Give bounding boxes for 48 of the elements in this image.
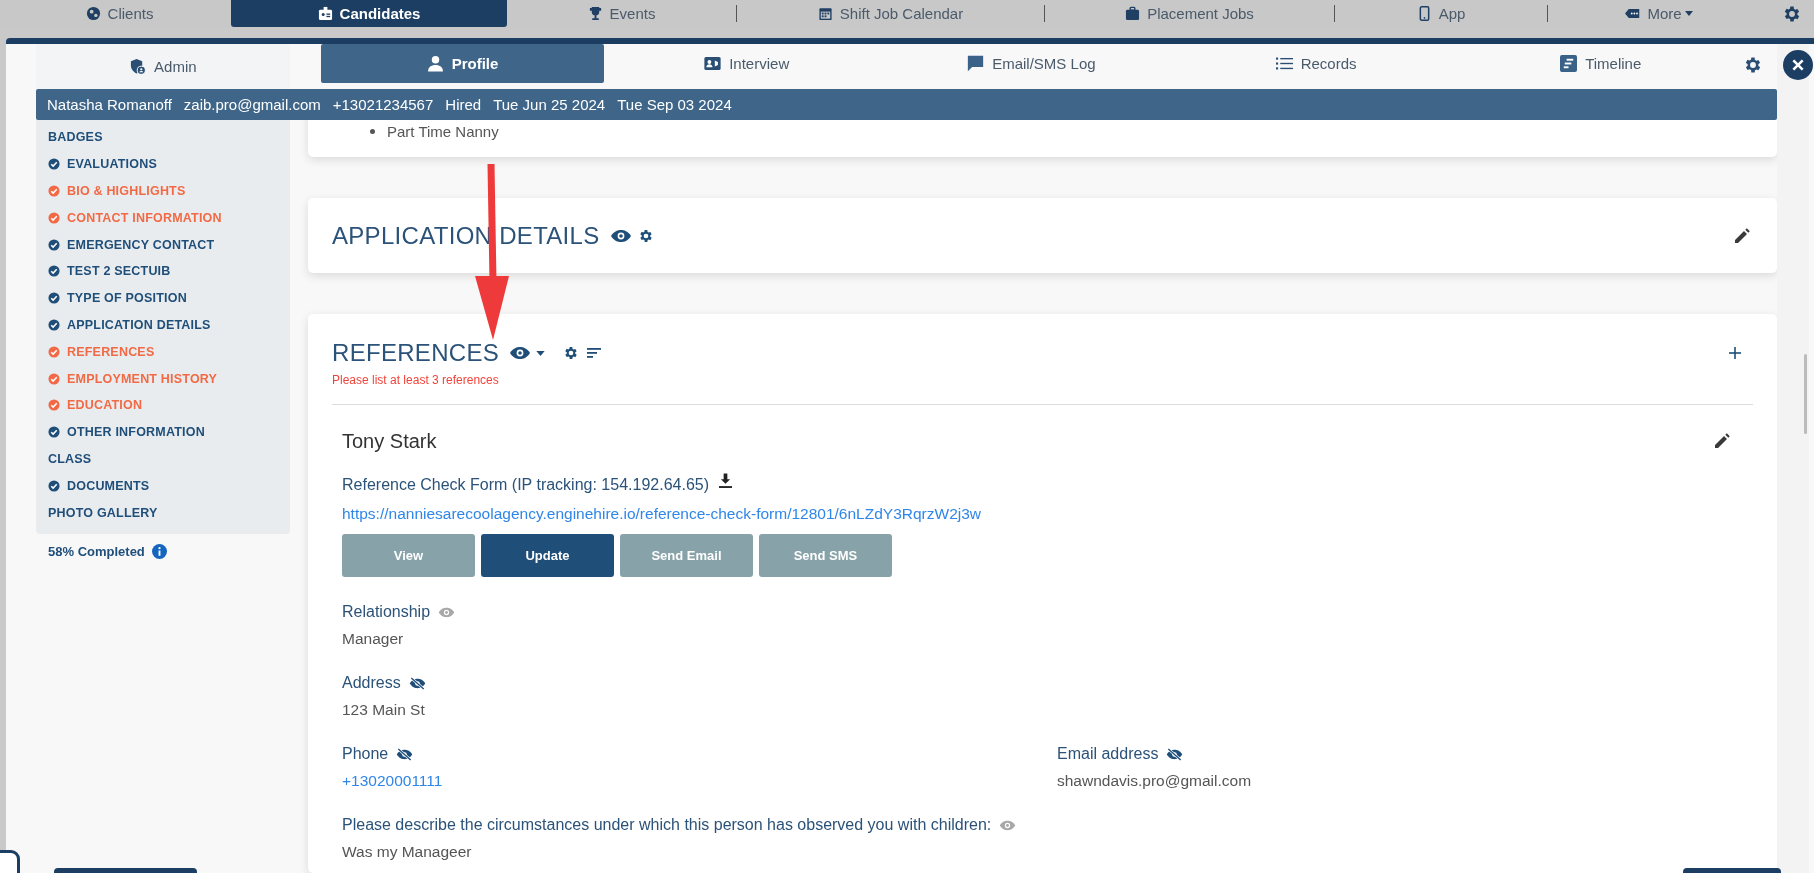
sidebar-item[interactable]: EMERGENCY CONTACT <box>48 231 290 258</box>
sidebar-item[interactable]: TYPE OF POSITION <box>48 284 290 312</box>
profile-tab[interactable]: Email/SMS Log <box>889 44 1174 83</box>
candidate-detail: Tue Jun 25 2024 <box>493 96 606 113</box>
option-item: Part Time Nanny <box>387 123 499 140</box>
nav-tab[interactable]: App <box>1335 0 1547 27</box>
profile-tab[interactable]: Profile <box>320 44 605 83</box>
candidate-detail: Hired <box>445 96 482 113</box>
field-value: Manager <box>342 630 405 648</box>
nav-tab[interactable]: More <box>1548 0 1770 27</box>
field-label: Phone <box>342 745 389 763</box>
profile-tab[interactable]: Timeline <box>1458 44 1744 83</box>
nav-tab[interactable]: Shift Job Calendar <box>737 0 1044 27</box>
field-value: shawndavis.pro@gmail.com <box>1057 772 1253 790</box>
reference-name: Tony Stark <box>342 429 437 453</box>
sidebar-item[interactable]: PHOTO GALLERY <box>48 499 290 526</box>
phone-link[interactable]: +13020001111 <box>342 772 1057 790</box>
sidebar-item[interactable]: EVALUATIONS <box>48 150 290 178</box>
action-button[interactable]: Update <box>481 534 614 577</box>
field-label: Email address <box>1057 745 1159 763</box>
field-label: Address <box>342 674 401 692</box>
nav-tab[interactable]: Candidates <box>231 0 507 27</box>
profile-tab[interactable]: Admin <box>36 44 290 89</box>
nav-tab[interactable]: Placement Jobs <box>1045 0 1334 27</box>
field-value: 123 Main St <box>342 701 426 719</box>
nav-tab[interactable]: Events <box>507 0 736 27</box>
sidebar-item[interactable]: BADGES <box>48 124 290 151</box>
candidate-detail: zaib.pro@gmail.com <box>183 96 321 113</box>
field-value: Was my Manageer <box>342 843 473 861</box>
sidebar-item[interactable]: OTHER INFORMATION <box>48 418 290 446</box>
candidate-detail: Tue Sep 03 2024 <box>617 96 732 113</box>
sidebar-item[interactable]: APPLICATION DETAILS <box>48 311 290 339</box>
section-title: APPLICATION DETAILS <box>332 221 600 250</box>
warning-text: Please list at least 3 references <box>332 373 500 387</box>
candidate-detail: +13021234567 <box>332 96 434 113</box>
nav-tab[interactable]: Clients <box>8 0 231 27</box>
candidate-detail: Natasha Romanoff <box>47 96 172 113</box>
section-title: REFERENCES <box>332 339 500 367</box>
form-link[interactable]: https://nanniesarecoolagency.enginehire.io/reference-check-form/12801/6nLZdY3RqrzW2j3w <box>342 505 981 523</box>
field-label: Relationship <box>342 603 431 621</box>
field-label: Please describe the circumstances under which this person has observed you with children: <box>342 816 992 834</box>
sidebar-item[interactable]: CLASS <box>48 445 290 473</box>
progress-text: 58% Completed <box>48 543 145 559</box>
form-label: Reference Check Form (IP tracking: 154.192.64.65) <box>342 476 709 494</box>
profile-tab[interactable]: Interview <box>604 44 890 83</box>
profile-tab[interactable]: Records <box>1173 44 1459 83</box>
sidebar-item[interactable]: DOCUMENTS <box>48 472 290 500</box>
sidebar-item[interactable]: TEST 2 SECTUIB <box>48 258 290 285</box>
